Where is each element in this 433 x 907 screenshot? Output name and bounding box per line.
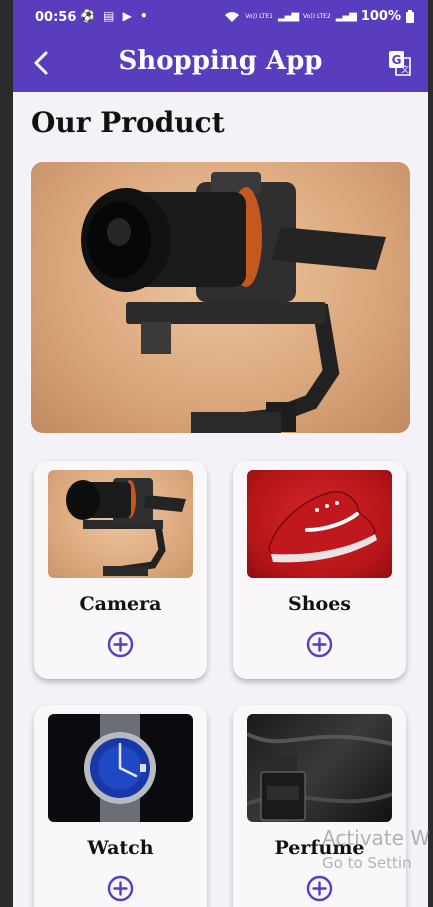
add-circle-icon[interactable] xyxy=(107,631,134,658)
add-circle-icon[interactable] xyxy=(107,875,134,902)
watermark-line-2: Go to Settin xyxy=(322,854,412,872)
network-1-label: Vo)) LTE1 xyxy=(245,13,273,20)
shoes-image xyxy=(247,470,392,578)
add-circle-icon[interactable] xyxy=(306,631,333,658)
product-label: Shoes xyxy=(288,593,351,615)
status-time: 00:56 xyxy=(35,10,77,25)
battery-icon xyxy=(406,10,414,23)
network-2-label: Vo)) LTE2 xyxy=(303,13,331,20)
perfume-image xyxy=(247,714,392,822)
notification-icons: ⚽ ▤ ▶ • xyxy=(80,9,150,23)
watermark-line-1: Activate W xyxy=(322,826,431,850)
battery-percent: 100% xyxy=(360,9,401,24)
watch-image xyxy=(48,714,193,822)
activation-watermark: Activate W Go to Settin xyxy=(322,826,430,872)
svg-text:文: 文 xyxy=(401,64,409,74)
status-bar: 00:56 ⚽ ▤ ▶ • Vo)) LTE1 ▂▄▆ Vo)) LTE2 ▂▄… xyxy=(13,0,428,36)
wifi-icon xyxy=(225,11,240,22)
status-right: Vo)) LTE1 ▂▄▆ Vo)) LTE2 ▂▄▆ 100% xyxy=(224,9,414,24)
product-card-watch[interactable]: Watch xyxy=(34,705,207,907)
app-bar: Shopping App G 文 xyxy=(13,36,428,92)
svg-text:G: G xyxy=(392,53,402,67)
product-card-shoes[interactable]: Shoes xyxy=(233,461,406,679)
hero-camera-image xyxy=(31,162,410,433)
signal-2-icon: ▂▄▆ xyxy=(335,11,357,22)
product-label: Watch xyxy=(87,837,154,859)
translate-icon[interactable]: G 文 xyxy=(388,50,412,76)
product-card-camera[interactable]: Camera xyxy=(34,461,207,679)
page-heading: Our Product xyxy=(31,106,225,139)
signal-1-icon: ▂▄▆ xyxy=(277,11,299,22)
app-screen: 00:56 ⚽ ▤ ▶ • Vo)) LTE1 ▂▄▆ Vo)) LTE2 ▂▄… xyxy=(13,0,428,907)
product-label: Camera xyxy=(79,593,162,615)
camera-image xyxy=(48,470,193,578)
app-title: Shopping App xyxy=(118,46,323,76)
add-circle-icon[interactable] xyxy=(306,875,333,902)
product-card-perfume[interactable]: Perfume xyxy=(233,705,406,907)
